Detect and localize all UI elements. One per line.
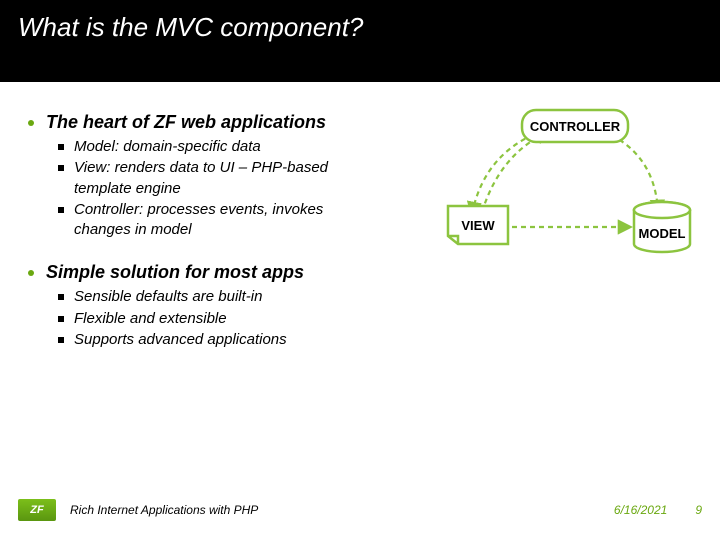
title-bar: What is the MVC component? — [0, 0, 720, 82]
bullet-dot-icon — [28, 120, 34, 126]
section-heading-text: The heart of ZF web applications — [46, 112, 326, 133]
list-item-text: Model: domain-specific data — [74, 137, 261, 157]
zf-logo-icon: ZF — [18, 499, 56, 521]
section-heading-text: Simple solution for most apps — [46, 262, 304, 283]
list-item: Controller: processes events, invokes ch… — [58, 200, 358, 241]
footer-page-number: 9 — [695, 503, 702, 517]
list-item-text: Flexible and extensible — [74, 309, 227, 329]
list-item: Supports advanced applications — [58, 330, 358, 350]
bullet-square-icon — [58, 316, 64, 322]
sub-list: Sensible defaults are built-in Flexible … — [28, 287, 702, 350]
bullet-square-icon — [58, 165, 64, 171]
list-item-text: View: renders data to UI – PHP-based tem… — [74, 158, 358, 199]
mvc-diagram: CONTROLLER VIEW MODEL — [430, 94, 700, 274]
slide-footer: ZF Rich Internet Applications with PHP 6… — [0, 492, 720, 540]
footer-caption: Rich Internet Applications with PHP — [70, 503, 258, 517]
slide-title: What is the MVC component? — [18, 12, 702, 43]
list-item: Sensible defaults are built-in — [58, 287, 358, 307]
view-label: VIEW — [461, 218, 495, 233]
slide-content: The heart of ZF web applications Model: … — [0, 82, 720, 492]
bullet-dot-icon — [28, 270, 34, 276]
list-item-text: Sensible defaults are built-in — [74, 287, 262, 307]
diagram-svg: CONTROLLER VIEW MODEL — [430, 94, 700, 274]
list-item-text: Controller: processes events, invokes ch… — [74, 200, 358, 241]
bullet-square-icon — [58, 144, 64, 150]
model-label: MODEL — [639, 226, 686, 241]
list-item: Flexible and extensible — [58, 309, 358, 329]
list-item: View: renders data to UI – PHP-based tem… — [58, 158, 358, 199]
controller-label: CONTROLLER — [530, 119, 621, 134]
list-item: Model: domain-specific data — [58, 137, 358, 157]
bullet-square-icon — [58, 207, 64, 213]
footer-date: 6/16/2021 — [614, 503, 667, 517]
bullet-square-icon — [58, 337, 64, 343]
list-item-text: Supports advanced applications — [74, 330, 287, 350]
bullet-square-icon — [58, 294, 64, 300]
